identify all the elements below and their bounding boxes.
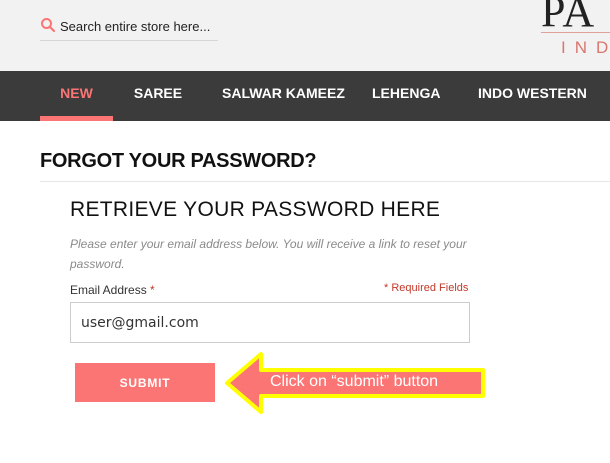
search-input[interactable] xyxy=(60,14,218,38)
email-label-text: Email Address xyxy=(70,283,147,297)
nav-item-salwar-kameez[interactable]: SALWAR KAMEEZ xyxy=(222,71,345,121)
page-title: FORGOT YOUR PASSWORD? xyxy=(40,150,317,172)
main-nav: NEW SAREE SALWAR KAMEEZ LEHENGA INDO WES… xyxy=(0,71,610,121)
nav-item-saree[interactable]: SAREE xyxy=(130,71,186,121)
required-fields-note: * Required Fields xyxy=(384,282,469,294)
callout-text: Click on “submit” button xyxy=(270,373,439,390)
instructions-text: Please enter your email address below. Y… xyxy=(70,237,467,271)
submit-button[interactable]: SUBMIT xyxy=(75,363,215,402)
top-bar: PA IND xyxy=(0,0,610,71)
email-field[interactable] xyxy=(70,302,470,343)
nav-item-indo-western[interactable]: INDO WESTERN xyxy=(478,71,587,121)
title-divider xyxy=(40,181,610,182)
search-box[interactable] xyxy=(40,14,218,41)
nav-item-new[interactable]: NEW xyxy=(40,71,113,121)
logo-rule xyxy=(541,32,610,33)
email-label: Email Address * xyxy=(70,283,155,297)
required-star: * xyxy=(150,283,155,297)
search-icon[interactable] xyxy=(40,17,56,33)
nav-active-indicator xyxy=(40,116,113,121)
logo-subtext: IND xyxy=(561,38,608,57)
nav-item-lehenga[interactable]: LEHENGA xyxy=(372,71,440,121)
store-logo[interactable]: PA IND xyxy=(541,0,610,64)
section-title: RETRIEVE YOUR PASSWORD HERE xyxy=(70,198,441,221)
